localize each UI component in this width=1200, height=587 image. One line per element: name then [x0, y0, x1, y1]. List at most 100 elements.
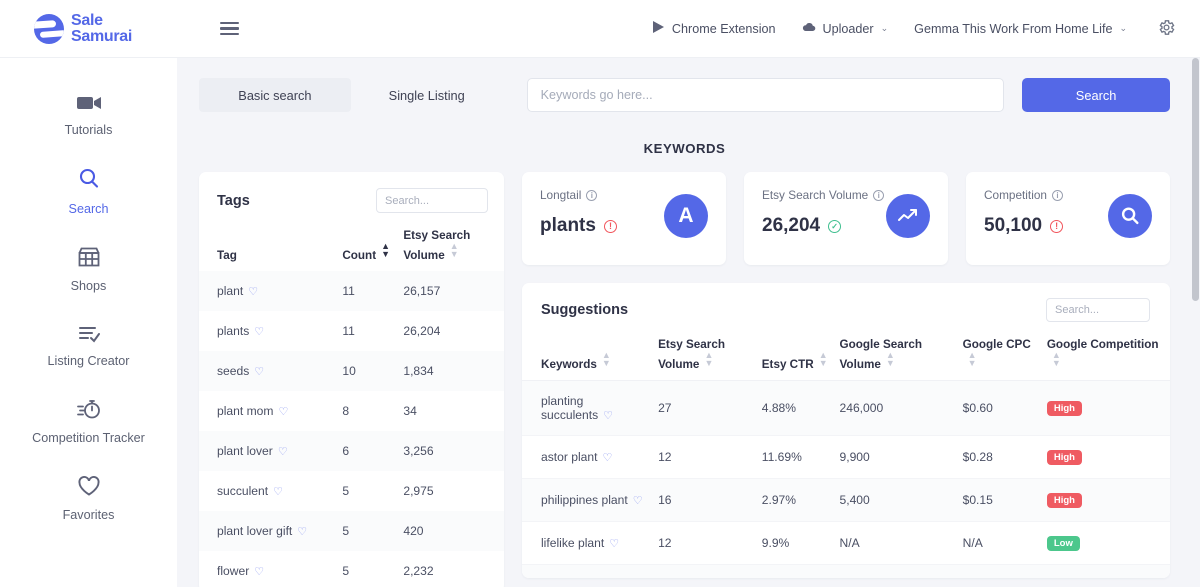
header-item-chrome-extension[interactable]: Chrome Extension	[651, 20, 776, 37]
heart-icon[interactable]: ♡	[602, 452, 612, 464]
letter-a-icon: A	[664, 194, 708, 238]
table-row[interactable]: lifelike plant ♡ 12 9.9% N/A N/A Low	[522, 521, 1170, 565]
heart-icon[interactable]: ♡	[254, 566, 264, 578]
stopwatch-icon	[76, 398, 102, 420]
count-cell: 5	[342, 484, 350, 498]
sidebar-item-label: Tutorials	[64, 123, 113, 137]
table-row[interactable]: flower ♡ 5 2,232	[199, 551, 504, 587]
volume-cell: 1,834	[403, 364, 434, 378]
tags-col-count[interactable]: Count▲ ▼	[342, 213, 403, 271]
stat-value: plants	[540, 215, 596, 236]
keyword-cell: philippines plant ♡	[522, 478, 659, 522]
table-row[interactable]: seeds ♡ 10 1,834	[199, 351, 504, 391]
search-button[interactable]: Search	[1022, 78, 1170, 112]
competition-cell: High	[1046, 564, 1170, 578]
table-row[interactable]: planting succulents ♡ 27 4.88% 246,000 $0…	[522, 380, 1170, 436]
table-row[interactable]: plant lover ♡ 6 3,256	[199, 431, 504, 471]
table-row[interactable]: plant lover gift ♡ 5 420	[199, 511, 504, 551]
google-volume-cell: N/A	[839, 521, 963, 565]
heart-icon[interactable]: ♡	[248, 286, 258, 298]
table-row[interactable]: succulent ♡ 5 2,975	[199, 471, 504, 511]
keywords-input[interactable]	[526, 78, 1005, 112]
magnifier-icon	[1108, 194, 1152, 238]
table-row[interactable]: plant mom ♡ 8 34	[199, 391, 504, 431]
google-cpc-cell: $0.53	[962, 564, 1047, 578]
table-row[interactable]: plants ♡ 11 26,204	[199, 311, 504, 351]
google-volume-cell: 246,000	[839, 380, 963, 436]
tab-single-listing[interactable]: Single Listing	[351, 78, 503, 112]
header-item-account[interactable]: Gemma This Work From Home Life ⌄	[914, 22, 1127, 36]
warning-icon: !	[1050, 219, 1064, 233]
volume-cell: 26,204	[403, 324, 441, 338]
table-row[interactable]: philippines plant ♡ 16 2.97% 5,400 $0.15 …	[522, 478, 1170, 522]
header-item-label: Gemma This Work From Home Life	[914, 21, 1113, 36]
sidebar-item-listing-creator[interactable]: Listing Creator	[0, 309, 177, 384]
check-circle-icon: ✓	[828, 219, 842, 233]
stat-label: Competition	[984, 188, 1047, 202]
tags-search-input[interactable]	[376, 188, 488, 213]
heart-icon[interactable]: ♡	[278, 446, 288, 458]
sidebar-item-shops[interactable]: Shops	[0, 232, 177, 309]
stat-value: 50,100	[984, 215, 1043, 236]
heart-icon[interactable]: ♡	[278, 406, 288, 418]
competition-cell: Low	[1046, 521, 1170, 565]
sug-col-google-competition[interactable]: Google Competition▲ ▼	[1046, 322, 1170, 381]
page-scrollbar[interactable]	[1191, 58, 1200, 587]
tags-table-body: plant ♡ 11 26,157 plants ♡ 11 26,204 seeds…	[199, 271, 504, 587]
suggestions-table-head: Keywords▲ ▼ Etsy Search Volume▲ ▼ Etsy CTR…	[522, 322, 1170, 381]
storefront-icon	[77, 246, 101, 268]
scrollbar-thumb[interactable]	[1192, 58, 1199, 301]
tags-col-tag[interactable]: Tag	[199, 213, 342, 271]
google-volume-cell: 5,400	[839, 478, 963, 522]
status-badge: High	[1046, 401, 1082, 416]
sug-col-etsy-ctr[interactable]: Etsy CTR▲ ▼	[761, 322, 840, 381]
hamburger-icon[interactable]	[220, 21, 239, 36]
heart-icon[interactable]: ♡	[603, 410, 613, 422]
table-row[interactable]: yucca plant♡ 942 10.11% 135,000 $0.53 Hi…	[522, 564, 1170, 578]
info-icon[interactable]: i	[1051, 189, 1063, 201]
samurai-logo-icon	[34, 13, 64, 44]
sug-col-google-volume[interactable]: Google Search Volume▲ ▼	[839, 322, 963, 381]
sug-col-keywords[interactable]: Keywords▲ ▼	[522, 322, 659, 381]
heart-icon[interactable]: ♡	[273, 486, 283, 498]
tab-basic-search[interactable]: Basic search	[199, 78, 351, 112]
sidebar-item-competition-tracker[interactable]: Competition Tracker	[0, 384, 177, 461]
google-cpc-cell: N/A	[962, 521, 1047, 565]
heart-icon[interactable]: ♡	[609, 538, 619, 550]
tags-col-etsy-volume[interactable]: Etsy Search Volume▲ ▼	[403, 213, 504, 271]
sidebar-item-search[interactable]: Search	[0, 153, 177, 232]
suggestions-search-input[interactable]	[1046, 298, 1150, 322]
tag-cell: plant lover ♡	[217, 444, 288, 458]
gear-icon[interactable]	[1157, 18, 1176, 40]
table-row[interactable]: plant ♡ 11 26,157	[199, 271, 504, 311]
heart-icon[interactable]: ♡	[254, 326, 264, 338]
heart-icon[interactable]: ♡	[254, 366, 264, 378]
sidebar-item-tutorials[interactable]: Tutorials	[0, 80, 177, 153]
etsy-ctr-cell: 4.88%	[761, 380, 840, 436]
heart-icon[interactable]: ♡	[633, 495, 643, 507]
app-root: Sale Samurai Chrome Extension Uploader ⌄	[0, 0, 1200, 587]
stat-label-wrap: Etsy Search Volume i	[762, 188, 885, 202]
info-icon[interactable]: i	[586, 189, 598, 201]
table-row[interactable]: astor plant ♡ 12 11.69% 9,900 $0.28 High	[522, 435, 1170, 479]
sug-col-google-cpc[interactable]: Google CPC▲ ▼	[962, 322, 1047, 381]
list-check-icon	[77, 323, 101, 343]
warning-icon: !	[603, 219, 617, 233]
info-icon[interactable]: i	[873, 189, 885, 201]
keyword-cell: yucca plant♡	[522, 564, 659, 578]
status-badge: High	[1046, 450, 1082, 465]
google-volume-cell: 9,900	[839, 435, 963, 479]
app-logo[interactable]: Sale Samurai	[34, 12, 174, 45]
heart-icon[interactable]: ♡	[297, 526, 307, 538]
tag-cell: flower ♡	[217, 564, 265, 578]
sidebar-item-favorites[interactable]: Favorites	[0, 461, 177, 538]
stat-body: Etsy Search Volume i 26,204 ✓	[762, 188, 885, 237]
count-cell: 5	[342, 564, 350, 578]
sug-col-etsy-volume[interactable]: Etsy Search Volume▲ ▼	[658, 322, 762, 381]
header-item-uploader[interactable]: Uploader ⌄	[802, 21, 888, 36]
header-item-label: Uploader	[822, 21, 874, 36]
stat-value-wrap: plants !	[540, 215, 617, 237]
tag-cell: plant lover gift ♡	[217, 524, 308, 538]
chevron-down-icon: ⌄	[1119, 23, 1127, 33]
logo-text: Sale Samurai	[71, 12, 132, 45]
